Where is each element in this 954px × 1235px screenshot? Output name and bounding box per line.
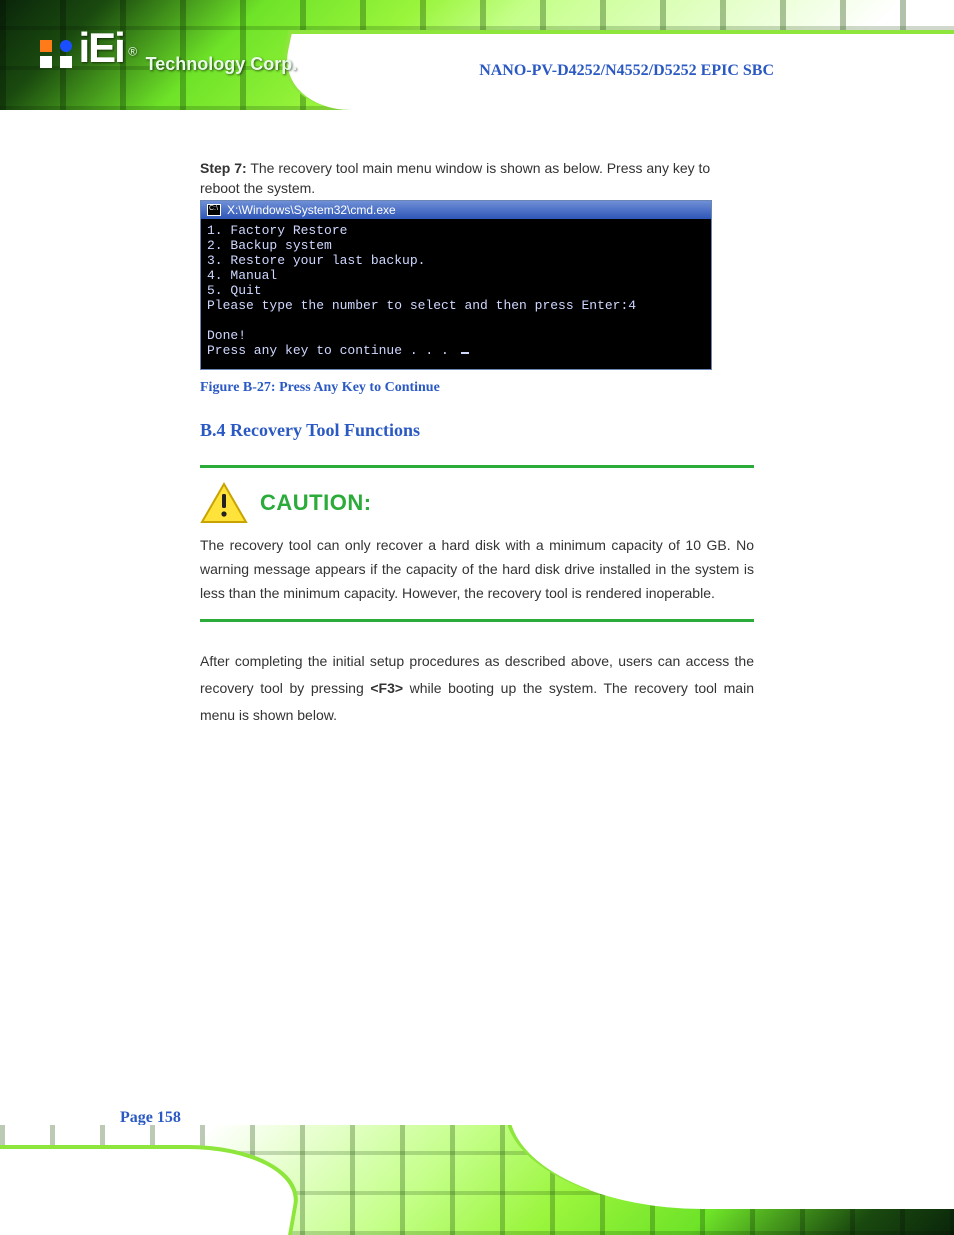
logo-mark-icon [40, 40, 74, 75]
step-7-text-b: reboot the system. [200, 180, 315, 196]
cursor-icon [461, 352, 469, 354]
cmd-body: 1. Factory Restore 2. Backup system 3. R… [201, 219, 711, 369]
body-paragraph: After completing the initial setup proce… [200, 648, 754, 728]
cmd-window: X:\Windows\System32\cmd.exe 1. Factory R… [200, 200, 712, 370]
step-7-line: Step 7: The recovery tool main menu wind… [200, 160, 754, 176]
step-7-line-b: reboot the system. [200, 180, 754, 196]
footer-banner [0, 1125, 954, 1235]
header-banner: iEi ® Technology Corp. [0, 0, 954, 110]
footer-swoosh-left [0, 1145, 308, 1235]
warning-icon [200, 482, 248, 524]
page-content: Step 7: The recovery tool main menu wind… [0, 110, 954, 1125]
cmd-icon [207, 204, 221, 216]
caution-block: CAUTION: The recovery tool can only reco… [200, 468, 754, 619]
figure-caption: Figure B-27: Press Any Key to Continue [200, 380, 754, 396]
section-heading: B.4 Recovery Tool Functions [200, 420, 754, 441]
step-7-text-a: The recovery tool main menu window is sh… [250, 160, 710, 176]
brand-tagline: Technology Corp. [146, 54, 298, 75]
cmd-line: Please type the number to select and the… [207, 298, 636, 313]
caution-header: CAUTION: [200, 476, 754, 534]
brand-logo: iEi ® Technology Corp. [40, 24, 297, 75]
cmd-line: 2. Backup system [207, 238, 332, 253]
logo-text: iEi [78, 24, 123, 71]
cmd-title-text: X:\Windows\System32\cmd.exe [227, 203, 396, 217]
key-combo: <F3> [370, 680, 403, 696]
caution-label: CAUTION: [260, 490, 372, 516]
cmd-line: 1. Factory Restore [207, 223, 347, 238]
caution-text: The recovery tool can only recover a har… [200, 534, 754, 611]
cmd-line: Done! [207, 328, 246, 343]
cmd-line: Press any key to continue . . . [207, 343, 457, 358]
document-title: NANO-PV-D4252/N4552/D5252 EPIC SBC [479, 62, 774, 80]
footer-swoosh-right [506, 1125, 954, 1209]
cmd-line: 5. Quit [207, 283, 262, 298]
divider [200, 619, 754, 622]
cmd-titlebar: X:\Windows\System32\cmd.exe [201, 201, 711, 219]
registered-mark: ® [128, 45, 137, 59]
step-7-label: Step 7: [200, 160, 247, 176]
cmd-line: 4. Manual [207, 268, 277, 283]
cmd-line: 3. Restore your last backup. [207, 253, 425, 268]
